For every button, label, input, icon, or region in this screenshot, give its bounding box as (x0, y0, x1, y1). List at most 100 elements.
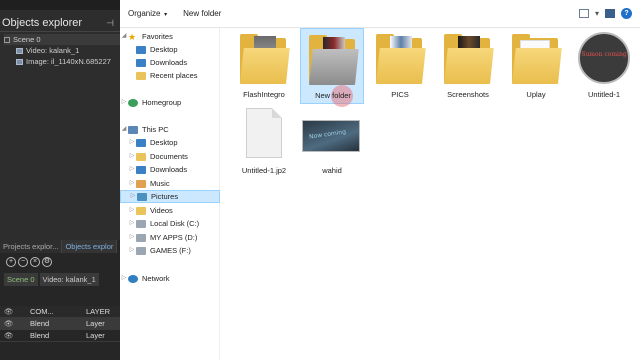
drive-icon (136, 219, 146, 228)
nav-label: Downloads (150, 165, 188, 174)
panel-toolbar: + − × ⚙ (0, 253, 120, 271)
file-item-new-folder[interactable]: New folder (300, 28, 364, 107)
image-icon (16, 58, 23, 65)
star-icon: ★ (128, 31, 137, 42)
expand-icon[interactable]: ◢ (120, 123, 128, 136)
file-item-pics[interactable]: PICS (368, 28, 432, 104)
expand-icon[interactable]: ▷ (128, 163, 136, 176)
panel-tabs: Projects explor... Objects explor (0, 240, 120, 253)
nav-label: Favorites (142, 32, 173, 41)
tree-item-video[interactable]: Video: kalank_1 (4, 45, 120, 56)
file-item-flashintegro[interactable]: FlashIntegro (232, 28, 296, 104)
blend-select[interactable]: Blend (30, 330, 86, 341)
file-name: wahid (322, 166, 342, 175)
layer-name: Layer (86, 319, 105, 328)
organize-button[interactable]: Organize ▾ (120, 9, 175, 18)
editor-panel: Objects explorer ⊣ Scene 0 Video: kalank… (0, 0, 120, 360)
nav-item-pc-desktop[interactable]: ▷ Desktop (120, 136, 220, 149)
preview-pane-icon[interactable] (605, 9, 615, 18)
file-item-untitled-1-jp2[interactable]: Untitled-1.jp2 (232, 104, 296, 180)
nav-label: Local Disk (C:) (150, 219, 200, 228)
nav-label: Downloads (150, 58, 188, 67)
documents-icon (136, 152, 146, 161)
file-name: New folder (315, 91, 351, 100)
nav-item-games-f[interactable]: ▷ GAMES (F:) (120, 244, 220, 257)
nav-item-documents[interactable]: ▷ Documents (120, 150, 220, 163)
file-name: Screenshots (447, 90, 489, 99)
column-header: COM... (30, 307, 54, 316)
help-icon[interactable]: ? (621, 8, 632, 19)
eye-icon[interactable]: 👁 (0, 318, 30, 329)
remove-icon[interactable]: − (18, 257, 28, 267)
tree-item-image[interactable]: Image: il_1140xN.685227 (4, 56, 120, 67)
expand-icon[interactable]: ▷ (128, 244, 136, 257)
thumbnail-text: Sumon coming (581, 51, 627, 58)
network-icon (128, 274, 138, 283)
image-thumbnail: Now coming (302, 120, 360, 152)
nav-item-recent-places[interactable]: Recent places (120, 69, 220, 82)
file-explorer-window: Organize ▾ New folder ▾ ? ◢ ★ Favorites … (120, 0, 640, 360)
file-item-screenshots[interactable]: Screenshots (436, 28, 500, 104)
tree-item-label: Scene 0 (13, 35, 41, 44)
eye-icon[interactable]: 👁 (0, 330, 30, 341)
nav-label: Videos (150, 206, 173, 215)
nav-item-videos[interactable]: ▷ Videos (120, 204, 220, 217)
tree-item-label: Video: kalank_1 (26, 46, 80, 55)
nav-favorites[interactable]: ◢ ★ Favorites (120, 30, 220, 43)
nav-network[interactable]: ▷ Network (120, 272, 220, 285)
layer-name: Layer (86, 331, 105, 340)
delete-icon[interactable]: × (30, 257, 40, 267)
tab-projects-explorer[interactable]: Projects explor... (0, 240, 63, 253)
folder-icon (444, 34, 494, 84)
expand-icon[interactable]: ▷ (129, 190, 137, 203)
layer-row[interactable]: 👁 Blend Layer (0, 318, 120, 330)
nav-item-my-apps-d[interactable]: ▷ MY APPS (D:) (120, 231, 220, 244)
tree-item-label: Image: il_1140xN.685227 (26, 57, 111, 66)
nav-item-pictures[interactable]: ▷ Pictures (120, 190, 220, 203)
expand-icon[interactable]: ▷ (120, 272, 128, 285)
nav-item-downloads[interactable]: Downloads (120, 56, 220, 69)
nav-item-local-disk-c[interactable]: ▷ Local Disk (C:) (120, 217, 220, 230)
videos-icon (136, 206, 146, 215)
expand-icon[interactable]: ▷ (120, 96, 128, 109)
nav-item-music[interactable]: ▷ Music (120, 177, 220, 190)
nav-homegroup[interactable]: ▷ Homegroup (120, 96, 220, 109)
expand-icon[interactable]: ▷ (128, 231, 136, 244)
file-item-untitled-1[interactable]: Sumon coming Untitled-1 (572, 28, 636, 104)
blend-select[interactable]: Blend (30, 318, 86, 329)
downloads-icon (136, 165, 146, 174)
settings-icon[interactable]: ⚙ (42, 257, 52, 267)
expand-icon[interactable]: ▷ (128, 177, 136, 190)
new-folder-button[interactable]: New folder (175, 9, 229, 18)
folder-icon (240, 34, 290, 84)
expand-icon[interactable]: ▷ (128, 150, 136, 163)
nav-this-pc[interactable]: ◢ This PC (120, 123, 220, 136)
chevron-down-icon: ▾ (162, 12, 168, 18)
expand-icon[interactable]: ◢ (120, 30, 128, 43)
tree-item-scene[interactable]: Scene 0 (4, 34, 120, 45)
change-view-icon[interactable] (578, 9, 589, 18)
command-bar: Organize ▾ New folder ▾ ? (120, 0, 640, 28)
view-controls: ▾ ? (578, 8, 632, 19)
crumb-video[interactable]: Video: kalank_1 (39, 273, 99, 286)
nav-label: This PC (142, 125, 169, 134)
nav-item-desktop[interactable]: Desktop (120, 43, 220, 56)
image-thumbnail: Sumon coming (578, 32, 630, 84)
nav-item-pc-downloads[interactable]: ▷ Downloads (120, 163, 220, 176)
nav-label: Pictures (151, 192, 179, 201)
folder-icon (512, 34, 562, 84)
expand-icon[interactable]: ▷ (128, 136, 136, 149)
file-name: Uplay (526, 90, 546, 99)
layer-row[interactable]: 👁 Blend Layer (0, 330, 120, 342)
crumb-scene[interactable]: Scene 0 (4, 273, 38, 286)
file-item-uplay[interactable]: Uplay (504, 28, 568, 104)
tab-objects-explorer[interactable]: Objects explor (62, 240, 118, 253)
expand-icon[interactable]: ▷ (128, 204, 136, 217)
file-name: FlashIntegro (243, 90, 285, 99)
add-icon[interactable]: + (6, 257, 16, 267)
file-item-wahid[interactable]: Now coming wahid (300, 104, 364, 180)
expand-icon[interactable]: ▷ (128, 217, 136, 230)
layers-header: 👁 COM... LAYER (0, 306, 120, 318)
chevron-down-icon[interactable]: ▾ (595, 9, 599, 18)
pin-icon[interactable]: ⊣ (106, 18, 114, 29)
